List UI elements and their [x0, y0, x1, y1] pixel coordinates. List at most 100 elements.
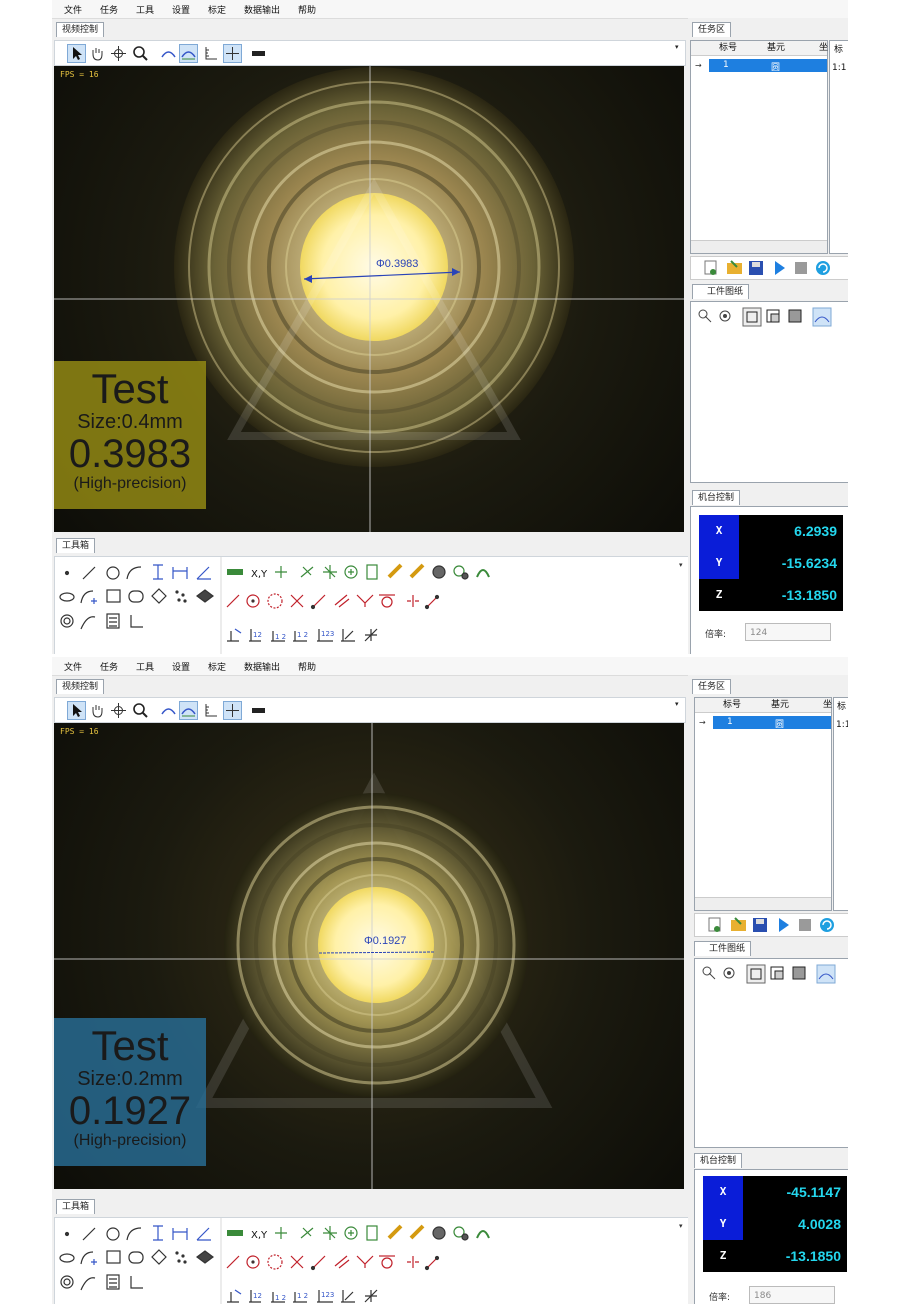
task-header-element: 基元 — [767, 43, 786, 53]
fps-readout: FPS = 16 — [60, 727, 99, 736]
menu-task[interactable]: 任务 — [100, 660, 118, 673]
task-detail-header: 标 — [834, 45, 844, 55]
task-toolbar — [690, 256, 848, 280]
menu-calibrate[interactable]: 标定 — [208, 3, 226, 16]
menu-file[interactable]: 文件 — [64, 3, 82, 16]
overlay-title: Test — [91, 365, 169, 412]
zoom-select[interactable]: 124 — [745, 623, 831, 641]
edge-arc-active-icon[interactable] — [179, 701, 198, 720]
right-side-panel: 任务区 标号 基元 坐 → 1 圆 标 1:1 — [688, 675, 848, 1304]
overlay-note: (High-precision) — [73, 475, 187, 492]
tab-stage-control[interactable]: 机台控制 — [692, 490, 741, 505]
zoom-label: 倍率: — [709, 1293, 731, 1303]
overlay-size: Size:0.2mm — [77, 1068, 183, 1090]
task-header-id: 标号 — [723, 700, 742, 710]
task-detail-value: 1:1 — [832, 63, 847, 73]
coordinate-display: X 6.2939 Y -15.6234 Z -13.1850 — [699, 515, 843, 611]
move-crosshair-icon[interactable] — [109, 701, 128, 720]
stage-control-panel: X 6.2939 Y -15.6234 Z -13.1850 倍率: 124 — [690, 506, 848, 654]
toolbar-dropdown-icon[interactable]: ▾ — [675, 700, 679, 708]
task-row-element: 圆 — [771, 63, 781, 73]
camera-video-view[interactable]: FPS = 16 Φ0.1927 Test Size:0.2mm 0.1927 … — [54, 723, 684, 1189]
task-row-selected[interactable]: 1 圆 — [713, 716, 831, 730]
overlay-note: (High-precision) — [73, 1132, 187, 1149]
svg-text:1 2: 1 2 — [297, 1292, 308, 1300]
task-toolbar — [694, 913, 848, 937]
fps-readout: FPS = 16 — [60, 70, 99, 79]
row-pointer-icon: → — [699, 718, 706, 727]
menu-bar: 文件 任务 工具 设置 标定 数据输出 帮助 — [52, 657, 848, 676]
toolbox-panel: X,Y 12 1 2 1 2 123 ▾ — [54, 556, 692, 654]
coord-label-y: Y — [699, 547, 739, 579]
crosshair-toggle-icon[interactable] — [223, 701, 242, 720]
crosshair-toggle-icon[interactable] — [223, 44, 242, 63]
tab-toolbox[interactable]: 工具箱 — [56, 538, 96, 553]
task-header-coord: 坐 — [823, 700, 833, 710]
drawing-toolbar-icons — [702, 964, 836, 984]
tab-stage-control[interactable]: 机台控制 — [694, 1153, 743, 1168]
pointer-icon[interactable] — [67, 701, 86, 720]
axis-ruler-icon[interactable] — [201, 701, 220, 720]
tab-video-control[interactable]: 视频控制 — [56, 22, 105, 37]
toolbar-dropdown-icon[interactable]: ▾ — [675, 43, 679, 51]
menu-tools[interactable]: 工具 — [136, 3, 154, 16]
task-row-selected[interactable]: 1 圆 — [709, 59, 827, 73]
menu-file[interactable]: 文件 — [64, 660, 82, 673]
coord-label-x: X — [699, 515, 739, 547]
tab-workpiece-drawing[interactable]: 工件图纸 — [694, 941, 752, 956]
edge-arc-icon[interactable] — [159, 44, 178, 63]
workpiece-drawing-panel — [690, 301, 848, 483]
menu-settings[interactable]: 设置 — [172, 660, 190, 673]
tab-task-area[interactable]: 任务区 — [692, 679, 732, 694]
menu-data-output[interactable]: 数据输出 — [244, 3, 280, 16]
edge-arc-icon[interactable] — [159, 701, 178, 720]
task-table-hscroll[interactable] — [695, 897, 831, 910]
svg-text:X,Y: X,Y — [251, 569, 268, 580]
right-side-panel: 任务区 标号 基元 坐 → 1 圆 标 1:1 — [688, 18, 848, 654]
menu-help[interactable]: 帮助 — [298, 3, 316, 16]
camera-video-view[interactable]: FPS = 16 Φ0.3983 Test Size:0.4mm 0.3983 … — [54, 66, 684, 532]
zoom-magnifier-icon[interactable] — [131, 701, 150, 720]
svg-text:X,Y: X,Y — [251, 1230, 268, 1241]
task-detail-table: 标 1:1 — [829, 40, 848, 254]
menu-tools[interactable]: 工具 — [136, 660, 154, 673]
menu-data-output[interactable]: 数据输出 — [244, 660, 280, 673]
hand-pan-icon[interactable] — [87, 44, 106, 63]
move-crosshair-icon[interactable] — [109, 44, 128, 63]
tab-task-area[interactable]: 任务区 — [692, 22, 732, 37]
svg-text:123: 123 — [321, 630, 334, 638]
coord-value-y: 4.0028 — [798, 1216, 841, 1232]
drawing-toolbar-icons — [698, 307, 832, 327]
zoom-select[interactable]: 186 — [749, 1286, 835, 1304]
svg-text:1 2: 1 2 — [275, 1294, 286, 1302]
toolbox-icons: X,Y 12 1 2 1 2 123 ▾ — [59, 1218, 683, 1304]
task-row-id: 1 — [727, 717, 733, 727]
menu-calibrate[interactable]: 标定 — [208, 660, 226, 673]
svg-text:▾: ▾ — [679, 1222, 683, 1230]
tab-toolbox[interactable]: 工具箱 — [56, 1199, 96, 1214]
stage-control-panel: X -45.1147 Y 4.0028 Z -13.1850 倍率: 186 — [694, 1169, 848, 1304]
task-table: 标号 基元 坐 → 1 圆 — [690, 40, 828, 254]
task-table-hscroll[interactable] — [691, 240, 827, 253]
task-detail-header: 标 — [837, 702, 847, 712]
edge-arc-active-icon[interactable] — [179, 44, 198, 63]
light-bar-icon[interactable] — [249, 701, 268, 720]
menu-help[interactable]: 帮助 — [298, 660, 316, 673]
light-bar-icon[interactable] — [249, 44, 268, 63]
svg-text:1 2: 1 2 — [275, 633, 286, 641]
menu-settings[interactable]: 设置 — [172, 3, 190, 16]
tab-workpiece-drawing[interactable]: 工件图纸 — [692, 284, 750, 299]
toolbox-panel: X,Y 12 1 2 1 2 123 ▾ — [54, 1217, 692, 1304]
video-toolbar: ▾ — [54, 40, 686, 66]
menu-task[interactable]: 任务 — [100, 3, 118, 16]
tab-video-control[interactable]: 视频控制 — [56, 679, 105, 694]
zoom-magnifier-icon[interactable] — [131, 44, 150, 63]
axis-ruler-icon[interactable] — [201, 44, 220, 63]
pointer-icon[interactable] — [67, 44, 86, 63]
measurement-app-window-bottom: 文件 任务 工具 设置 标定 数据输出 帮助 视频控制 ▾ FPS = 16 Φ… — [52, 657, 848, 1304]
task-row-element: 圆 — [775, 720, 785, 730]
hand-pan-icon[interactable] — [87, 701, 106, 720]
overlay-size: Size:0.4mm — [77, 411, 183, 433]
task-header-element: 基元 — [771, 700, 790, 710]
test-result-overlay: Test Size:0.2mm 0.1927 (High-precision) — [54, 1018, 206, 1166]
